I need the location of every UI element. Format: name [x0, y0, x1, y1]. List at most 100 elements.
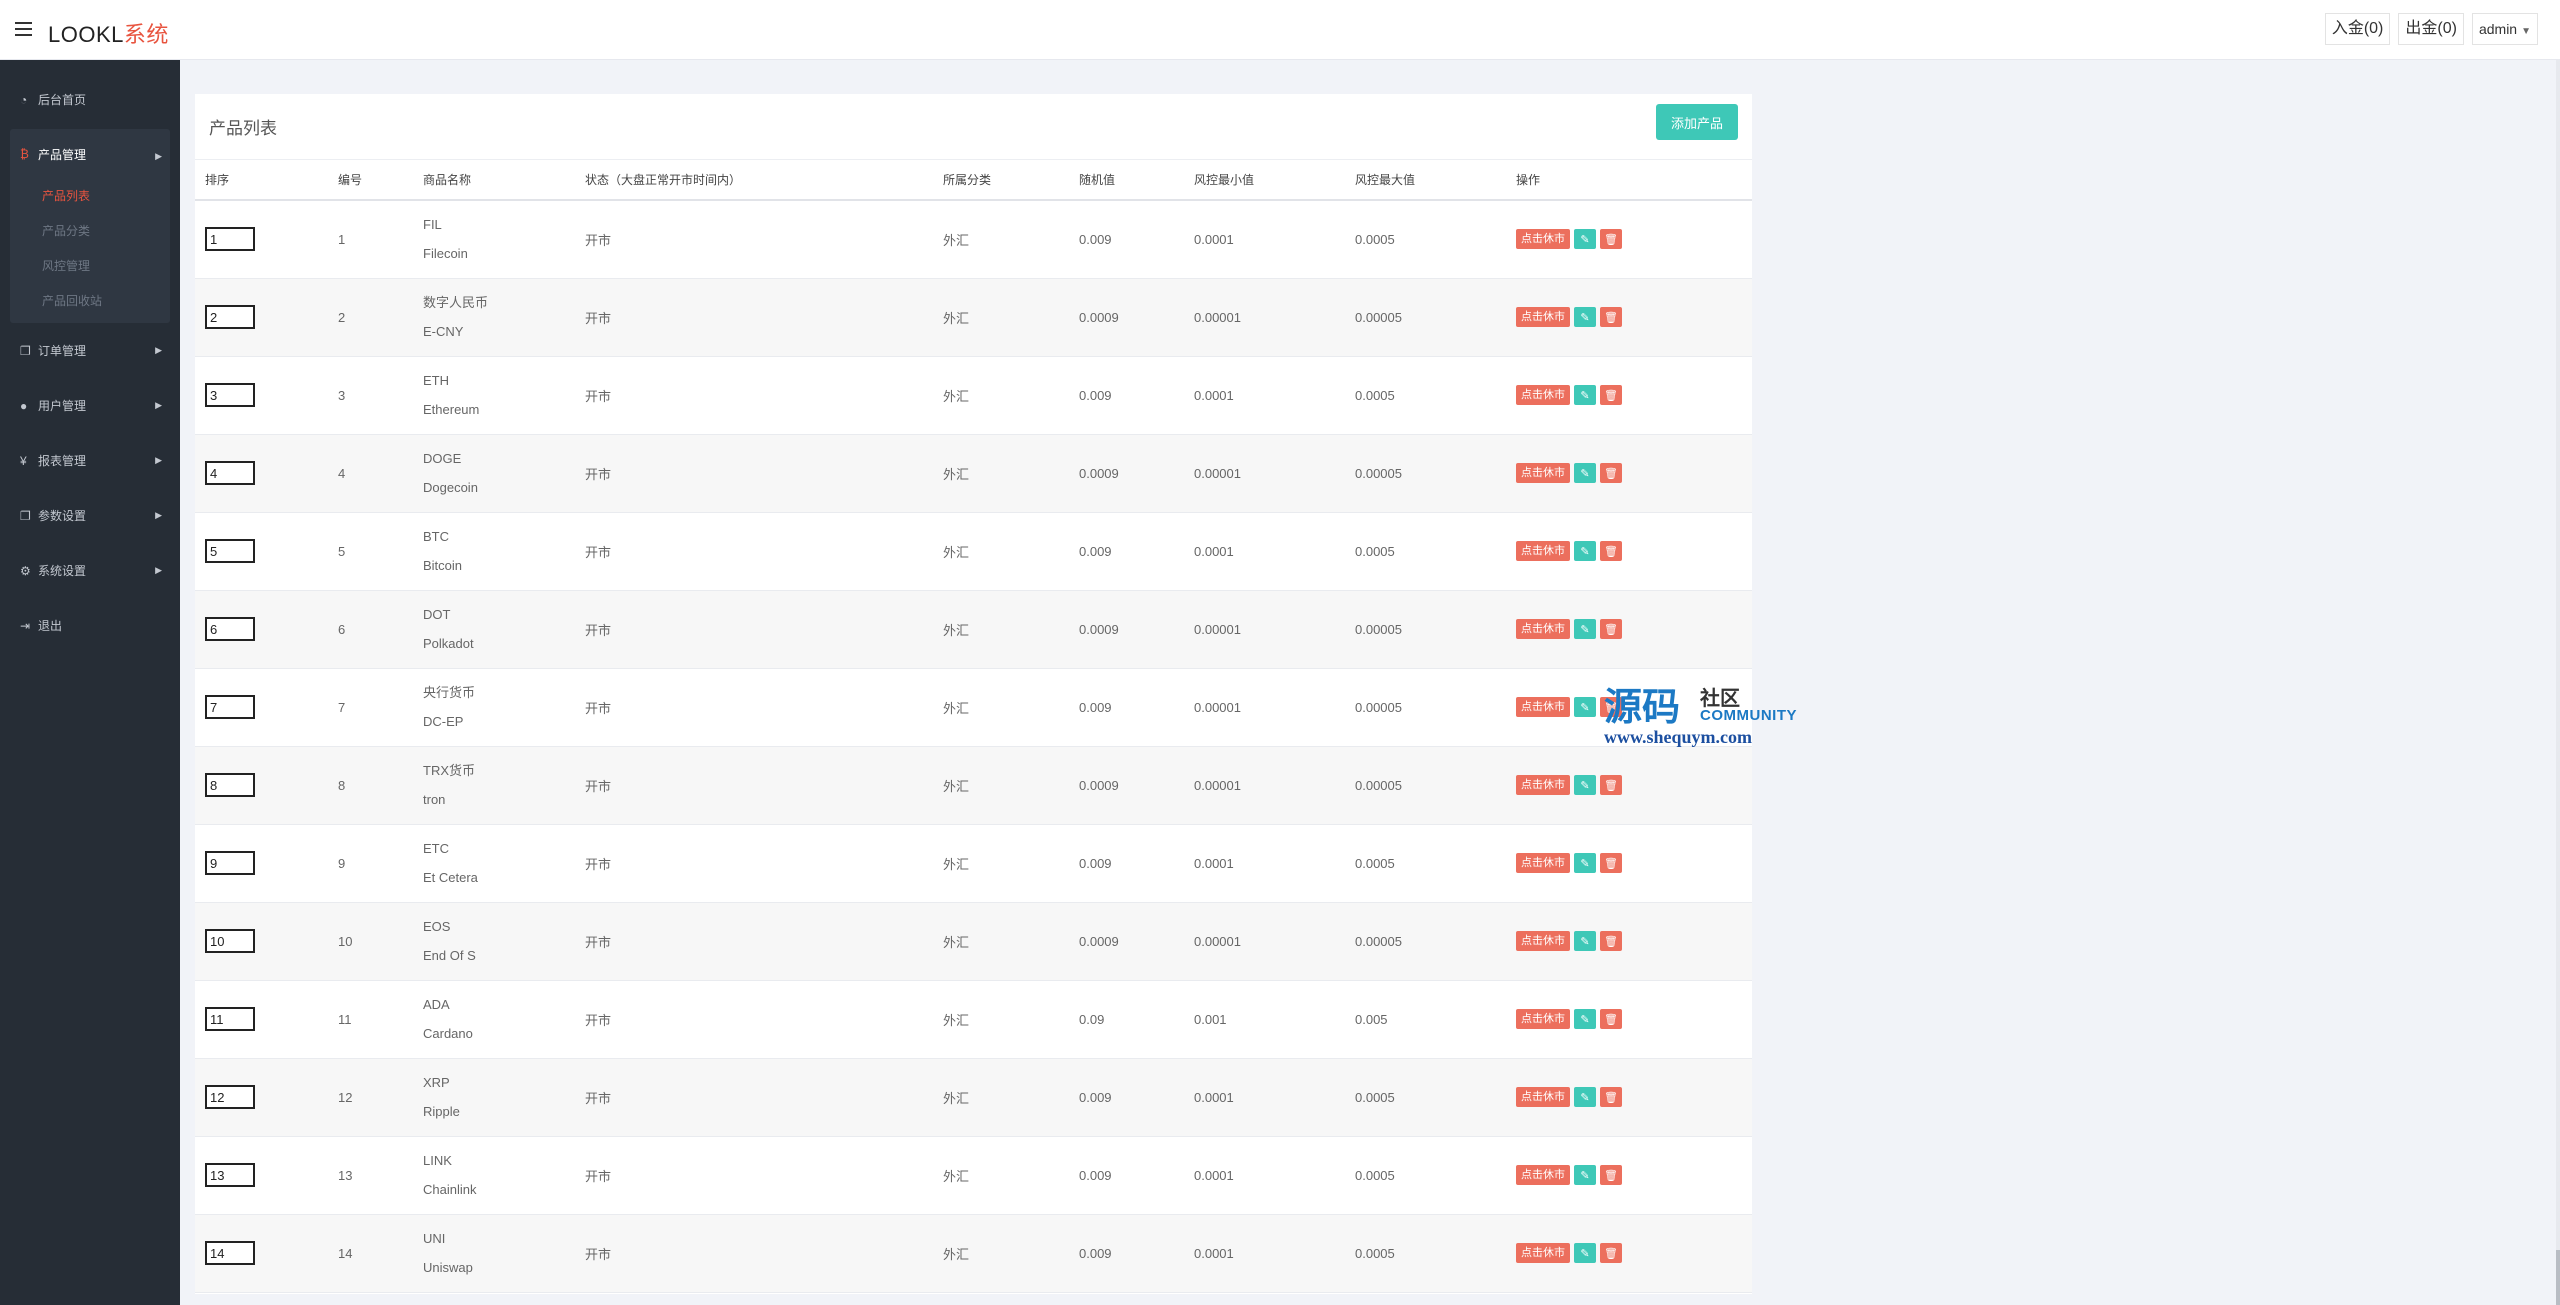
trash-icon[interactable]: 🗑 — [1600, 1087, 1622, 1107]
close-market-button[interactable]: 点击休市 — [1516, 697, 1570, 717]
edit-icon[interactable]: ✎ — [1574, 619, 1596, 639]
sort-order-input[interactable] — [205, 773, 255, 797]
close-market-button[interactable]: 点击休市 — [1516, 775, 1570, 795]
trash-icon[interactable]: 🗑 — [1600, 931, 1622, 951]
sort-order-input[interactable] — [205, 461, 255, 485]
trash-icon[interactable]: 🗑 — [1600, 775, 1622, 795]
close-market-button[interactable]: 点击休市 — [1516, 463, 1570, 483]
sort-order-input[interactable] — [205, 929, 255, 953]
trash-icon[interactable]: 🗑 — [1600, 541, 1622, 561]
user-menu-button[interactable]: admin ▼ — [2471, 13, 2538, 45]
product-fullname: Chainlink — [423, 1182, 477, 1197]
watermark-community-text: COMMUNITY — [1700, 707, 1797, 724]
status-cell: 开市 — [575, 902, 933, 981]
trash-icon[interactable]: 🗑 — [1600, 307, 1622, 327]
random-cell: 0.009 — [1069, 1058, 1184, 1137]
trash-icon[interactable]: 🗑 — [1600, 1009, 1622, 1029]
col-header-random: 随机值 — [1069, 160, 1184, 201]
trash-icon[interactable]: 🗑 — [1600, 463, 1622, 483]
deposit-button[interactable]: 入金(0) — [2324, 13, 2391, 45]
trash-icon[interactable]: 🗑 — [1600, 1165, 1622, 1185]
random-cell: 0.009 — [1069, 512, 1184, 591]
edit-icon[interactable]: ✎ — [1574, 385, 1596, 405]
trash-icon[interactable]: 🗑 — [1600, 229, 1622, 250]
close-market-button[interactable]: 点击休市 — [1516, 853, 1570, 873]
bitcoin-icon: ₿ — [20, 147, 29, 161]
sort-order-input[interactable] — [205, 305, 255, 329]
sort-order-input[interactable] — [205, 695, 255, 719]
id-cell: 6 — [328, 590, 413, 669]
page-title: 产品列表 — [209, 119, 277, 138]
sidebar-item-reports[interactable]: ¥ 报表管理 ▶ — [0, 433, 180, 488]
edit-icon[interactable]: ✎ — [1574, 1009, 1596, 1029]
trash-icon[interactable]: 🗑 — [1600, 619, 1622, 639]
close-market-button[interactable]: 点击休市 — [1516, 1165, 1570, 1185]
sidebar-item-dashboard[interactable]: ◔ 后台首页 — [0, 72, 180, 127]
sidebar-item-logout[interactable]: ⇥ 退出 — [0, 598, 180, 653]
edit-icon[interactable]: ✎ — [1574, 229, 1596, 250]
edit-icon[interactable]: ✎ — [1574, 541, 1596, 561]
sort-order-input[interactable] — [205, 383, 255, 407]
menu-toggle-icon[interactable] — [15, 22, 32, 36]
sidebar-item-params[interactable]: ❐ 参数设置 ▶ — [0, 488, 180, 543]
sort-order-input[interactable] — [205, 539, 255, 563]
sidebar-subitem-risk-control[interactable]: 风控管理 — [10, 249, 170, 284]
close-market-button[interactable]: 点击休市 — [1516, 1009, 1570, 1029]
close-market-button[interactable]: 点击休市 — [1516, 931, 1570, 951]
app-logo[interactable]: LOOKL系统 — [48, 17, 169, 49]
page-scrollbar[interactable] — [2556, 60, 2560, 1305]
edit-icon[interactable]: ✎ — [1574, 775, 1596, 795]
random-cell: 0.09 — [1069, 980, 1184, 1059]
sort-order-input[interactable] — [205, 851, 255, 875]
sidebar-item-orders[interactable]: ❐ 订单管理 ▶ — [0, 323, 180, 378]
add-product-button[interactable]: 添加产品 — [1656, 104, 1738, 140]
sort-order-input[interactable] — [205, 1241, 255, 1265]
products-submenu: 产品列表 产品分类 风控管理 产品回收站 — [10, 179, 170, 323]
id-cell: 14 — [328, 1214, 413, 1293]
category-cell: 外汇 — [933, 434, 1069, 513]
sidebar-subitem-product-category[interactable]: 产品分类 — [10, 214, 170, 249]
close-market-button[interactable]: 点击休市 — [1516, 229, 1570, 250]
risk-min-cell: 0.00001 — [1184, 668, 1345, 747]
sort-order-input[interactable] — [205, 1163, 255, 1187]
sidebar-item-users[interactable]: ● 用户管理 ▶ — [0, 378, 180, 433]
sort-order-input[interactable] — [205, 1085, 255, 1109]
sort-order-input[interactable] — [205, 1007, 255, 1031]
trash-icon[interactable]: 🗑 — [1600, 385, 1622, 405]
sort-order-input[interactable] — [205, 617, 255, 641]
product-fullname: Et Cetera — [423, 870, 478, 885]
actions-cell: 点击休市 ✎ 🗑 — [1506, 1136, 1752, 1215]
close-market-button[interactable]: 点击休市 — [1516, 541, 1570, 561]
close-market-button[interactable]: 点击休市 — [1516, 385, 1570, 405]
trash-icon[interactable]: 🗑 — [1600, 853, 1622, 873]
product-symbol: DOGE — [423, 451, 462, 466]
withdraw-button[interactable]: 出金(0) — [2398, 13, 2464, 45]
col-header-actions: 操作 — [1506, 160, 1752, 201]
sidebar-subitem-recycle-bin[interactable]: 产品回收站 — [10, 284, 170, 319]
sidebar-item-label: 参数设置 — [38, 509, 87, 523]
edit-icon[interactable]: ✎ — [1574, 1243, 1596, 1263]
close-market-button[interactable]: 点击休市 — [1516, 307, 1570, 327]
close-market-button[interactable]: 点击休市 — [1516, 1243, 1570, 1263]
edit-icon[interactable]: ✎ — [1574, 931, 1596, 951]
edit-icon[interactable]: ✎ — [1574, 697, 1596, 717]
actions-cell: 点击休市 ✎ 🗑 — [1506, 278, 1752, 357]
edit-icon[interactable]: ✎ — [1574, 853, 1596, 873]
scrollbar-thumb[interactable] — [2556, 1250, 2560, 1305]
sidebar-subitem-product-list[interactable]: 产品列表 — [10, 179, 170, 214]
edit-icon[interactable]: ✎ — [1574, 1087, 1596, 1107]
sidebar-item-products[interactable]: ₿ 产品管理 ▶ — [10, 129, 170, 179]
close-market-button[interactable]: 点击休市 — [1516, 1087, 1570, 1107]
sort-order-input[interactable] — [205, 227, 255, 252]
edit-icon[interactable]: ✎ — [1574, 307, 1596, 327]
random-cell: 0.0009 — [1069, 278, 1184, 357]
close-market-button[interactable]: 点击休市 — [1516, 619, 1570, 639]
risk-min-cell: 0.00001 — [1184, 278, 1345, 357]
name-cell: EOS End Of S — [413, 902, 575, 981]
edit-icon[interactable]: ✎ — [1574, 1165, 1596, 1185]
trash-icon[interactable]: 🗑 — [1600, 1243, 1622, 1263]
edit-icon[interactable]: ✎ — [1574, 463, 1596, 483]
sidebar-item-system[interactable]: ⚙ 系统设置 ▶ — [0, 543, 180, 598]
sign-out-icon: ⇥ — [20, 618, 31, 633]
id-cell: 9 — [328, 824, 413, 903]
